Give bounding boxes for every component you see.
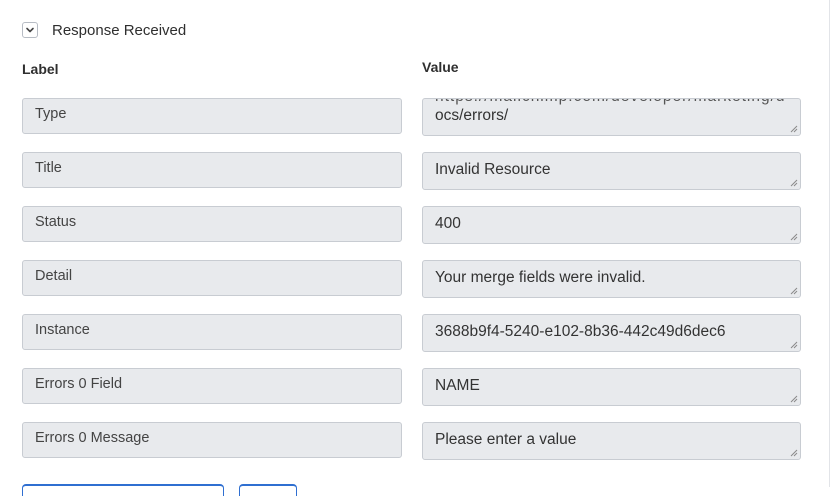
value-textarea[interactable]: NAME [422,368,801,406]
value-column-header: Value [422,59,459,75]
value-textarea[interactable]: 400 [422,206,801,244]
label-field[interactable]: Status [22,206,402,242]
value-textarea[interactable]: https://mailchimp.com/developer/marketin… [422,98,801,136]
field-row-detail: Detail Your merge fields were invalid. [0,260,836,300]
secondary-action-button[interactable] [239,484,297,496]
value-text: ocs/errors/ [435,107,509,124]
field-row-type: Type https://mailchimp.com/developer/mar… [0,98,836,138]
value-text: Your merge fields were invalid. [435,269,646,286]
resize-handle-icon[interactable] [790,341,798,349]
resize-handle-icon[interactable] [790,287,798,295]
label-field[interactable]: Title [22,152,402,188]
field-row-errors-0-field: Errors 0 Field NAME [0,368,836,408]
label-field[interactable]: Errors 0 Message [22,422,402,458]
value-text: 400 [435,215,461,232]
field-row-title: Title Invalid Resource [0,152,836,192]
field-row-instance: Instance 3688b9f4-5240-e102-8b36-442c49d… [0,314,836,354]
value-text: Invalid Resource [435,161,551,178]
resize-handle-icon[interactable] [790,125,798,133]
label-column-header: Label [22,61,59,77]
resize-handle-icon[interactable] [790,179,798,187]
field-row-status: Status 400 [0,206,836,246]
resize-handle-icon[interactable] [790,395,798,403]
value-text: NAME [435,377,480,394]
resize-handle-icon[interactable] [790,233,798,241]
label-field[interactable]: Instance [22,314,402,350]
label-field[interactable]: Errors 0 Field [22,368,402,404]
label-field[interactable]: Detail [22,260,402,296]
resize-handle-icon[interactable] [790,449,798,457]
value-text: Please enter a value [435,431,577,448]
value-textarea[interactable]: 3688b9f4-5240-e102-8b36-442c49d6dec6 [422,314,801,352]
chevron-down-icon [26,27,34,33]
value-clipped-line: https://mailchimp.com/developer/marketin… [435,99,786,106]
value-textarea[interactable]: Invalid Resource [422,152,801,190]
section-header: Response Received [22,19,186,41]
label-field[interactable]: Type [22,98,402,134]
primary-action-button[interactable] [22,484,224,496]
section-title: Response Received [52,21,187,39]
value-textarea[interactable]: Please enter a value [422,422,801,460]
collapse-toggle[interactable] [22,22,38,38]
value-text: 3688b9f4-5240-e102-8b36-442c49d6dec6 [435,323,726,340]
field-row-errors-0-message: Errors 0 Message Please enter a value [0,422,836,462]
value-textarea[interactable]: Your merge fields were invalid. [422,260,801,298]
